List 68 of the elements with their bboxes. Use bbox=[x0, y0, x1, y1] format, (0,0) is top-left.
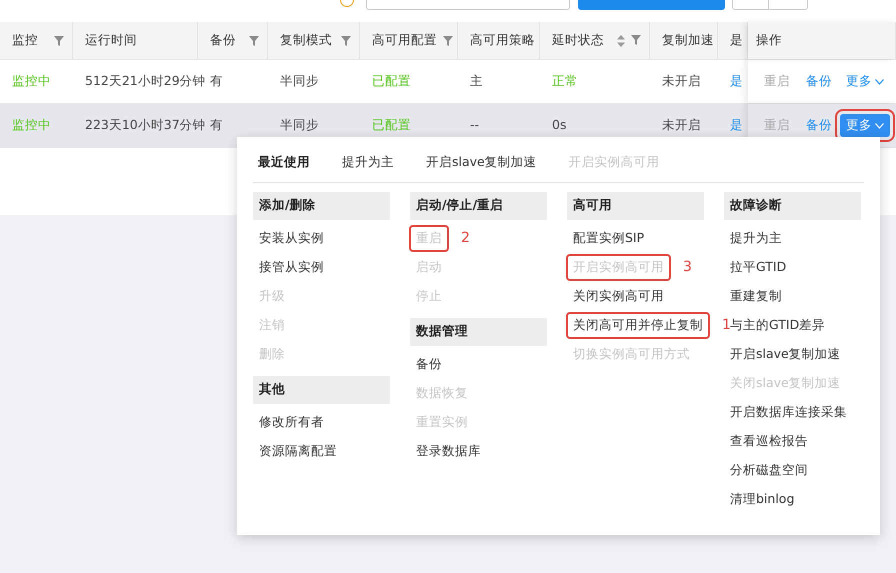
table-cell-text: 半同步 bbox=[280, 116, 319, 134]
menu-item[interactable]: 配置实例SIP bbox=[573, 228, 644, 248]
menu-item[interactable]: 备份 bbox=[416, 354, 442, 374]
menu-item[interactable]: 提升为主 bbox=[342, 153, 394, 172]
table-cell-text: 512天21小时29分钟 bbox=[85, 72, 206, 90]
menu-item[interactable]: 修改所有者 bbox=[259, 412, 324, 432]
menu-section-title: 启动/停止/重启 bbox=[410, 192, 547, 220]
filter-icon[interactable] bbox=[631, 34, 641, 44]
table-cell-text: 主 bbox=[470, 72, 483, 90]
menu-item[interactable]: 与主的GTID差异 bbox=[730, 316, 826, 335]
menu-item[interactable]: 提升为主 bbox=[730, 228, 782, 248]
caret-icon bbox=[875, 78, 884, 84]
table-cell-text: 有 bbox=[210, 116, 223, 134]
menu-item[interactable]: 关闭高可用并停止复制 bbox=[566, 312, 710, 339]
menu-section-title: 最近使用 bbox=[258, 153, 310, 171]
menu-section-title: 故障诊断 bbox=[724, 192, 861, 220]
table-cell-text: 正常 bbox=[552, 72, 578, 90]
table-cell-text: 是 bbox=[730, 116, 743, 134]
menu-item[interactable]: 查看巡检报告 bbox=[730, 432, 808, 451]
table-cell-text: 是 bbox=[730, 72, 743, 90]
annotation-number: 1 bbox=[722, 316, 731, 335]
caret-icon bbox=[875, 122, 884, 128]
sort-icon[interactable] bbox=[617, 34, 625, 46]
column-header: 高可用配置 bbox=[372, 31, 437, 50]
column-header: 复制加速 bbox=[662, 31, 714, 50]
filter-icon[interactable] bbox=[443, 36, 453, 46]
menu-item[interactable]: 接管从实例 bbox=[259, 258, 324, 277]
menu-item[interactable]: 开启数据库连接采集 bbox=[730, 402, 847, 422]
column-header: 备份 bbox=[210, 31, 236, 50]
table-cell-text: 未开启 bbox=[662, 116, 701, 134]
column-header: 监控 bbox=[12, 31, 38, 50]
table-cell-text: 已配置 bbox=[372, 72, 411, 90]
menu-item[interactable]: 资源隔离配置 bbox=[259, 442, 337, 461]
column-header: 操作 bbox=[756, 31, 782, 50]
table-cell-text: 未开启 bbox=[662, 72, 701, 90]
table-cell-text: -- bbox=[470, 116, 480, 134]
menu-item[interactable]: 开启slave复制加速 bbox=[730, 344, 841, 364]
table-cell-text: 监控中 bbox=[12, 72, 51, 90]
menu-section-title: 高可用 bbox=[567, 192, 704, 220]
menu-item[interactable]: 安装从实例 bbox=[259, 228, 324, 248]
menu-section-title: 数据管理 bbox=[410, 318, 547, 346]
action-link[interactable]: 备份 bbox=[798, 72, 840, 91]
table-cell-text: 监控中 bbox=[12, 116, 51, 134]
filter-icon[interactable] bbox=[54, 36, 64, 46]
menu-item[interactable]: 拉平GTID bbox=[730, 258, 786, 277]
menu-item[interactable]: 关闭实例高可用 bbox=[573, 286, 664, 306]
menu-item[interactable]: 登录数据库 bbox=[416, 442, 481, 461]
column-header: 是 bbox=[730, 31, 743, 50]
more-button[interactable]: 更多 bbox=[840, 70, 890, 93]
filter-icon[interactable] bbox=[341, 36, 351, 46]
column-header: 延时状态 bbox=[552, 31, 604, 50]
menu-item[interactable]: 分析磁盘空间 bbox=[730, 460, 808, 480]
table-cell-text: 半同步 bbox=[280, 72, 319, 90]
column-header: 复制模式 bbox=[280, 31, 332, 50]
filter-icon[interactable] bbox=[249, 36, 259, 46]
annotation-number: 3 bbox=[683, 258, 692, 277]
menu-item[interactable]: 清理binlog bbox=[730, 490, 794, 509]
menu-section-title: 添加/删除 bbox=[253, 192, 390, 220]
table-cell-text: 有 bbox=[210, 72, 223, 90]
menu-section-title: 其他 bbox=[253, 376, 390, 404]
column-header: 高可用策略 bbox=[470, 31, 535, 50]
column-header: 运行时间 bbox=[85, 31, 137, 50]
menu-item[interactable]: 重建复制 bbox=[730, 286, 782, 306]
menu-item[interactable]: 开启slave复制加速 bbox=[426, 153, 537, 172]
table-cell-text: 223天10小时37分钟 bbox=[85, 116, 206, 134]
annotation-number: 2 bbox=[461, 228, 470, 248]
table-cell-text: 0s bbox=[552, 116, 566, 134]
table-cell-text: 已配置 bbox=[372, 116, 411, 134]
